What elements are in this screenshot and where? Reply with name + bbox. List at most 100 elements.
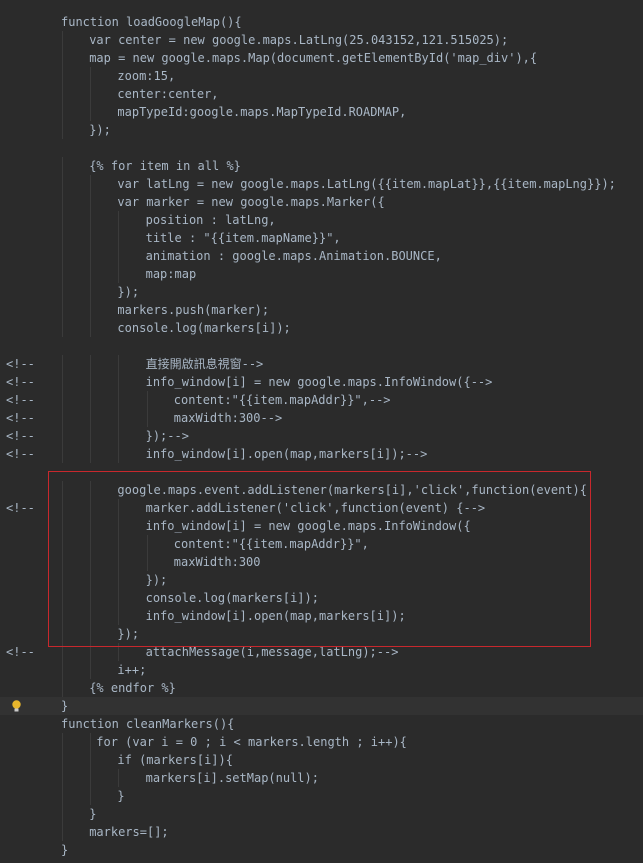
code-line[interactable] — [0, 139, 643, 157]
code-line[interactable]: markers.push(marker); — [0, 301, 643, 319]
code-line[interactable]: map:map — [0, 265, 643, 283]
indent-guide — [90, 301, 92, 319]
code-line[interactable]: var center = new google.maps.LatLng(25.0… — [0, 31, 643, 49]
code-line[interactable]: <!-- 直接開啟訊息視窗--> — [0, 355, 643, 373]
indent-guide — [90, 607, 92, 625]
code-line[interactable]: markers=[]; — [0, 823, 643, 841]
indent-guide — [62, 499, 63, 517]
code-line[interactable]: }); — [0, 571, 643, 589]
code-line[interactable]: <!--});--> — [0, 427, 643, 445]
indent-guide — [62, 409, 63, 427]
indent-guide — [90, 211, 92, 229]
code-line[interactable]: var marker = new google.maps.Marker({ — [0, 193, 643, 211]
code-line[interactable]: <!-- content:"{{item.mapAddr}}",--> — [0, 391, 643, 409]
indent-guide — [118, 553, 120, 571]
indent-guide — [90, 283, 92, 301]
code-text: }); — [89, 123, 111, 137]
code-line[interactable]: center:center, — [0, 85, 643, 103]
code-text: info_window[i] = new google.maps.InfoWin… — [145, 375, 493, 389]
code-line[interactable]: var latLng = new google.maps.LatLng({{it… — [0, 175, 643, 193]
code-line[interactable]: } — [0, 787, 643, 805]
indent-guide — [118, 355, 120, 373]
code-line[interactable]: google.maps.event.addListener(markers[i]… — [0, 481, 643, 499]
indent-guide — [90, 769, 92, 787]
code-line[interactable]: } — [0, 841, 643, 859]
code-text: map:map — [145, 267, 197, 281]
indent-guide — [62, 805, 63, 823]
code-line[interactable]: i++; — [0, 661, 643, 679]
code-line[interactable]: map = new google.maps.Map(document.getEl… — [0, 49, 643, 67]
code-editor[interactable]: function loadGoogleMap(){ var center = ne… — [0, 0, 643, 863]
comment-prefix: <!-- — [6, 375, 35, 389]
code-line[interactable] — [0, 337, 643, 355]
code-text: var center = new google.maps.LatLng(25.0… — [89, 33, 509, 47]
code-line[interactable]: if (markers[i]){ — [0, 751, 643, 769]
indent-guide — [62, 229, 63, 247]
lightbulb-icon[interactable] — [11, 700, 22, 712]
indent-guide — [62, 31, 63, 49]
code-line[interactable]: } — [0, 697, 643, 715]
code-line[interactable]: mapTypeId:google.maps.MapTypeId.ROADMAP, — [0, 103, 643, 121]
indent-guide — [90, 265, 92, 283]
code-text: markers=[]; — [89, 825, 169, 839]
indent-guide — [62, 175, 63, 193]
code-text: } — [89, 807, 97, 821]
code-line[interactable]: {% for item in all %} — [0, 157, 643, 175]
indent-guide — [118, 409, 120, 427]
indent-guide — [90, 643, 92, 661]
indent-guide — [118, 769, 120, 787]
code-line[interactable]: position : latLng, — [0, 211, 643, 229]
indent-guide — [62, 391, 63, 409]
code-line[interactable]: function loadGoogleMap(){ — [0, 13, 643, 31]
code-line[interactable]: <!-- info_window[i].open(map,markers[i]);… — [0, 445, 643, 463]
code-line[interactable]: <!-- attachMessage(i,message,latLng);--> — [0, 643, 643, 661]
indent-guide — [90, 787, 92, 805]
indent-guide — [90, 445, 92, 463]
code-line[interactable]: }); — [0, 625, 643, 643]
code-line[interactable]: for (var i = 0 ; i < markers.length ; i+… — [0, 733, 643, 751]
code-text: attachMessage(i,message,latLng);--> — [145, 645, 399, 659]
code-line[interactable]: console.log(markers[i]); — [0, 319, 643, 337]
indent-guide — [118, 535, 120, 553]
code-line[interactable]: info_window[i].open(map,markers[i]); — [0, 607, 643, 625]
indent-guide — [62, 553, 63, 571]
code-line[interactable]: {% endfor %} — [0, 679, 643, 697]
indent-guide — [62, 769, 63, 787]
indent-guide — [118, 427, 120, 445]
comment-prefix: <!-- — [6, 645, 35, 659]
code-text: markers[i].setMap(null); — [145, 771, 319, 785]
code-line[interactable]: markers[i].setMap(null); — [0, 769, 643, 787]
indent-guide — [118, 391, 120, 409]
code-line[interactable]: } — [0, 805, 643, 823]
indent-guide — [90, 733, 92, 751]
indent-guide — [62, 319, 63, 337]
code-text: }); — [145, 573, 168, 587]
code-line[interactable]: function cleanMarkers(){ — [0, 715, 643, 733]
code-line[interactable]: title : "{{item.mapName}}", — [0, 229, 643, 247]
indent-guide — [90, 319, 92, 337]
indent-guide — [62, 85, 63, 103]
indent-guide — [62, 571, 63, 589]
code-line[interactable]: zoom:15, — [0, 67, 643, 85]
code-line[interactable] — [0, 463, 643, 481]
code-line[interactable]: content:"{{item.mapAddr}}", — [0, 535, 643, 553]
indent-guide — [62, 445, 63, 463]
code-line[interactable]: <!-- marker.addListener('click',function(… — [0, 499, 643, 517]
code-line[interactable]: maxWidth:300 — [0, 553, 643, 571]
code-line[interactable]: console.log(markers[i]); — [0, 589, 643, 607]
code-text: console.log(markers[i]); — [117, 321, 291, 335]
code-text: var latLng = new google.maps.LatLng({{it… — [117, 177, 616, 191]
indent-guide — [90, 247, 92, 265]
code-line[interactable]: <!-- maxWidth:300--> — [0, 409, 643, 427]
code-line[interactable]: }); — [0, 283, 643, 301]
indent-guide — [118, 229, 120, 247]
code-line[interactable]: }); — [0, 121, 643, 139]
indent-guide — [146, 553, 148, 571]
code-line[interactable]: <!-- info_window[i] = new google.maps.Inf… — [0, 373, 643, 391]
indent-guide — [90, 373, 92, 391]
indent-guide — [146, 535, 148, 553]
code-line[interactable]: animation : google.maps.Animation.BOUNCE… — [0, 247, 643, 265]
comment-prefix: <!-- — [6, 357, 35, 371]
indent-guide — [62, 193, 63, 211]
code-line[interactable]: info_window[i] = new google.maps.InfoWin… — [0, 517, 643, 535]
